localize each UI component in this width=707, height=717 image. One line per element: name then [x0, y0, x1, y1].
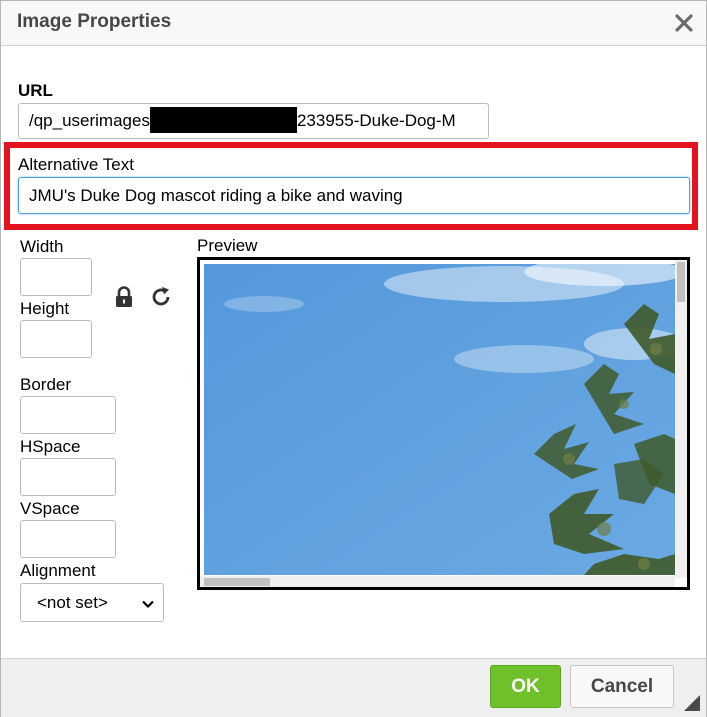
url-label: URL	[18, 81, 53, 100]
alt-text-input[interactable]	[18, 177, 690, 214]
dialog-footer: OK Cancel	[1, 658, 706, 717]
alignment-select[interactable]: <not set>	[20, 583, 164, 622]
height-input[interactable]	[20, 320, 92, 358]
url-value-suffix: 233955-Duke-Dog-M	[296, 111, 456, 130]
preview-vertical-scrollbar[interactable]	[675, 260, 687, 578]
preview-vertical-scroll-thumb[interactable]	[677, 262, 685, 302]
url-redaction	[149, 107, 297, 134]
ok-button[interactable]: OK	[490, 665, 561, 708]
dialog-title: Image Properties	[17, 11, 172, 32]
dialog-titlebar[interactable]: Image Properties	[1, 1, 706, 46]
height-label: Height	[20, 299, 70, 318]
preview-horizontal-scrollbar[interactable]	[200, 576, 675, 587]
width-input[interactable]	[20, 258, 92, 296]
reset-size-icon[interactable]	[149, 285, 173, 309]
alignment-label: Alignment	[20, 561, 96, 580]
url-value-prefix: /qp_userimages	[29, 111, 150, 130]
hspace-label: HSpace	[20, 437, 81, 456]
preview-horizontal-scroll-thumb[interactable]	[204, 578, 270, 586]
border-label: Border	[20, 375, 72, 394]
lock-icon[interactable]	[112, 285, 136, 309]
resize-handle-icon[interactable]	[684, 695, 700, 711]
close-icon[interactable]	[671, 10, 697, 36]
vspace-label: VSpace	[20, 499, 80, 518]
hspace-input[interactable]	[20, 458, 116, 496]
preview-image	[204, 264, 675, 575]
alt-text-label: Alternative Text	[18, 155, 134, 174]
cancel-button[interactable]: Cancel	[570, 665, 674, 708]
width-label: Width	[20, 237, 64, 256]
border-input[interactable]	[20, 396, 116, 434]
preview-pane	[197, 257, 690, 590]
preview-label: Preview	[197, 236, 258, 255]
vspace-input[interactable]	[20, 520, 116, 558]
image-properties-dialog: Image Properties URL /qp_userimages 23395…	[0, 0, 707, 717]
alignment-selected-value: <not set>	[37, 593, 108, 612]
chevron-down-icon	[141, 596, 155, 616]
url-input[interactable]: /qp_userimages 233955-Duke-Dog-M	[18, 103, 489, 139]
